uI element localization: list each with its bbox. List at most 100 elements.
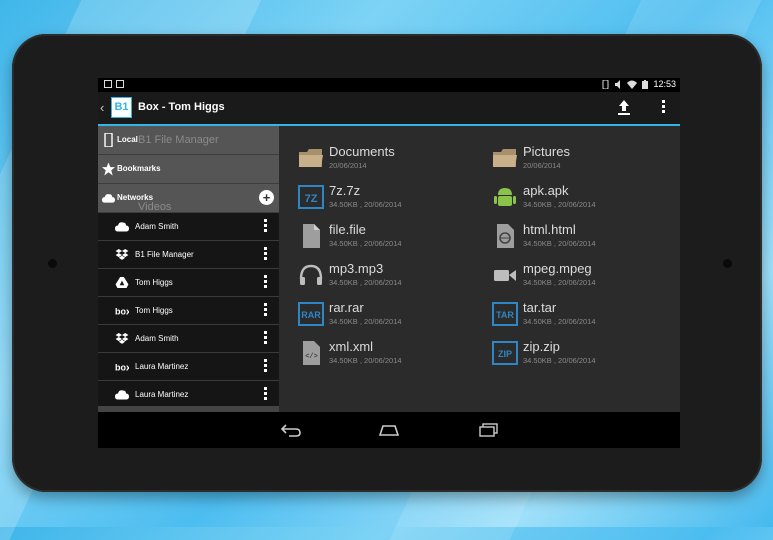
svg-text:box: box — [115, 307, 129, 317]
file-name: 7z.7z — [329, 183, 361, 198]
file-name: xml.xml — [329, 339, 374, 354]
status-bar: 12:53 — [98, 78, 680, 92]
item-menu-icon[interactable] — [264, 359, 267, 374]
camera-dot — [48, 259, 57, 268]
account-label: Adam Smith — [135, 334, 179, 343]
ghost-label: Videos — [138, 201, 172, 213]
sidebar-account-item[interactable]: Tom Higgs — [98, 269, 279, 297]
file-name: html.html — [523, 222, 576, 237]
file-name: zip.zip — [523, 339, 560, 354]
file-meta: 34.50KB , 20/06/2014 — [523, 200, 596, 209]
sidebar-account-item[interactable]: box Tom Higgs — [98, 297, 279, 325]
item-menu-icon[interactable] — [264, 331, 267, 346]
html-icon — [497, 224, 514, 248]
file-item[interactable]: html.html 34.50KB , 20/06/2014 — [492, 220, 680, 256]
file-name: Pictures — [523, 144, 570, 159]
file-item[interactable]: mp3.mp3 34.50KB , 20/06/2014 — [298, 259, 488, 295]
svg-text:</>: </> — [305, 353, 318, 361]
file-name: apk.apk — [523, 183, 569, 198]
file-meta: 20/06/2014 — [523, 161, 561, 170]
file-item[interactable]: 7Z 7z.7z 34.50KB , 20/06/2014 — [298, 181, 488, 217]
file-meta: 34.50KB , 20/06/2014 — [523, 317, 596, 326]
device-screen: 12:53 ‹ B1 Box - Tom Higgs B1 File Manag… — [98, 78, 680, 448]
sidebar-account-item[interactable]: B1 File Manager — [98, 241, 279, 269]
mute-icon — [615, 79, 621, 89]
account-label: Tom Higgs — [135, 306, 173, 315]
sidebar-account-item[interactable]: Adam Smith — [98, 325, 279, 353]
account-label: Tom Higgs — [135, 278, 173, 287]
sidebar: B1 File Manager Local Bookmarks Videos N… — [98, 126, 279, 412]
sidebar-section-bookmarks[interactable]: Bookmarks — [98, 155, 279, 184]
file-item[interactable]: Pictures 20/06/2014 — [492, 142, 680, 178]
item-menu-icon[interactable] — [264, 303, 267, 318]
sidebar-section-label: Local — [117, 135, 138, 144]
file-item[interactable]: file.file 34.50KB , 20/06/2014 — [298, 220, 488, 256]
svg-text:7Z: 7Z — [305, 193, 318, 205]
vibrate-icon — [602, 79, 609, 89]
tablet-frame: 12:53 ‹ B1 Box - Tom Higgs B1 File Manag… — [12, 34, 762, 492]
account-label: Adam Smith — [135, 222, 179, 231]
ghost-label: B1 File Manager — [138, 134, 219, 146]
google-drive-icon — [115, 277, 129, 288]
tar-icon: TAR — [492, 302, 518, 326]
file-name: mp3.mp3 — [329, 261, 384, 276]
sidebar-section-networks[interactable]: Videos Networks + — [98, 184, 279, 213]
file-item[interactable]: TAR tar.tar 34.50KB , 20/06/2014 — [492, 298, 680, 334]
upload-icon[interactable] — [616, 98, 632, 116]
file-item[interactable]: Documents 20/06/2014 — [298, 142, 488, 178]
sensor-dot — [723, 259, 732, 268]
file-meta: 34.50KB , 20/06/2014 — [523, 278, 596, 287]
main-content: B1 File Manager Local Bookmarks Videos N… — [98, 126, 680, 412]
sidebar-section-local[interactable]: B1 File Manager Local — [98, 126, 279, 155]
phone-icon — [104, 133, 113, 147]
back-arrow-icon[interactable] — [280, 422, 302, 438]
android-icon — [494, 188, 516, 206]
sidebar-account-item[interactable]: box Laura Martinez — [98, 353, 279, 381]
zip-icon: ZIP — [492, 341, 518, 365]
home-icon[interactable] — [378, 422, 400, 438]
overflow-menu-icon[interactable] — [662, 100, 666, 115]
back-chevron-icon[interactable]: ‹ — [100, 100, 104, 115]
item-menu-icon[interactable] — [264, 219, 267, 234]
7z-icon: 7Z — [298, 185, 324, 209]
file-item[interactable]: RAR rar.rar 34.50KB , 20/06/2014 — [298, 298, 488, 334]
star-icon — [102, 162, 115, 176]
item-menu-icon[interactable] — [264, 387, 267, 402]
account-label: Laura Martinez — [135, 390, 189, 399]
account-label: B1 File Manager — [135, 250, 194, 259]
page-title: Box - Tom Higgs — [138, 101, 225, 113]
file-meta: 34.50KB , 20/06/2014 — [329, 278, 402, 287]
sidebar-account-item[interactable]: Laura Martinez — [98, 381, 279, 409]
navigation-bar — [98, 412, 680, 448]
file-icon — [303, 224, 320, 248]
file-item[interactable]: mpeg.mpeg 34.50KB , 20/06/2014 — [492, 259, 680, 295]
dropbox-icon — [115, 333, 129, 344]
file-meta: 34.50KB , 20/06/2014 — [329, 356, 402, 365]
file-name: tar.tar — [523, 300, 557, 315]
file-meta: 34.50KB , 20/06/2014 — [523, 356, 596, 365]
folder-icon — [493, 149, 517, 167]
recent-apps-icon[interactable] — [478, 422, 500, 438]
status-time: 12:53 — [653, 79, 676, 89]
dropbox-icon — [115, 249, 129, 260]
item-menu-icon[interactable] — [264, 275, 267, 290]
xml-icon: </> — [303, 341, 320, 365]
file-item[interactable]: </> xml.xml 34.50KB , 20/06/2014 — [298, 337, 488, 373]
svg-text:TAR: TAR — [496, 310, 514, 320]
item-menu-icon[interactable] — [264, 247, 267, 262]
box-icon: box — [115, 363, 129, 373]
file-meta: 34.50KB , 20/06/2014 — [329, 317, 402, 326]
add-network-button[interactable]: + — [259, 190, 274, 205]
sidebar-section-label: Bookmarks — [117, 164, 161, 173]
box-icon: box — [115, 307, 129, 317]
file-item[interactable]: ZIP zip.zip 34.50KB , 20/06/2014 — [492, 337, 680, 373]
sidebar-section-label: Networks — [117, 193, 154, 202]
svg-text:ZIP: ZIP — [498, 349, 512, 359]
svg-text:box: box — [115, 363, 129, 373]
cloud-icon — [102, 194, 115, 203]
screenshot-icon — [116, 80, 124, 88]
file-item[interactable]: apk.apk 34.50KB , 20/06/2014 — [492, 181, 680, 217]
file-name: file.file — [329, 222, 366, 237]
sidebar-account-item[interactable]: Adam Smith — [98, 213, 279, 241]
app-logo[interactable]: B1 — [111, 97, 132, 118]
